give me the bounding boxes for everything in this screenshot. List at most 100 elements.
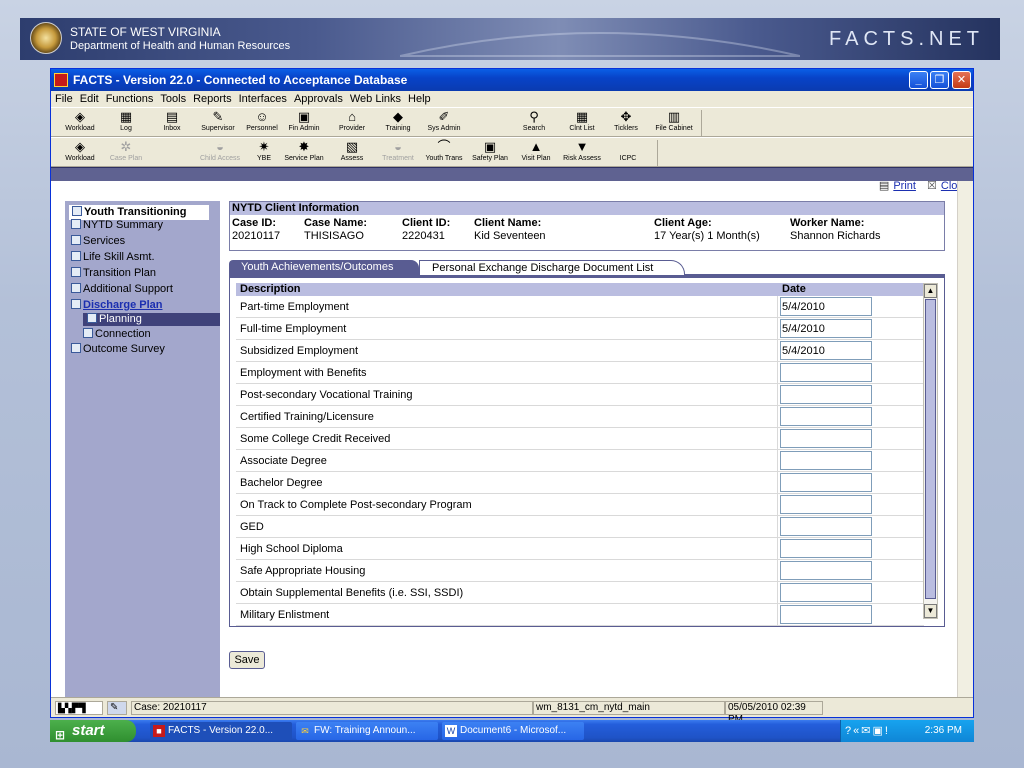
nav-nytd-summary[interactable]: NYTD Summary	[71, 219, 163, 232]
date-input[interactable]	[780, 561, 872, 580]
toolbar-safety-plan-button[interactable]: ▣ Safety Plan	[467, 139, 513, 162]
date-input[interactable]	[780, 583, 872, 602]
row-description: Part-time Employment	[240, 301, 349, 313]
page-scrollbar[interactable]	[957, 181, 973, 697]
toolbar-button-label: File Cabinet	[655, 125, 693, 132]
scroll-up-arrow-icon[interactable]: ▲	[924, 284, 937, 298]
tab-personal-exchange-documents[interactable]: Personal Exchange Discharge Document Lis…	[419, 260, 685, 275]
nav-services[interactable]: Services	[71, 235, 125, 248]
toolbar-button-label: Personnel	[246, 125, 278, 132]
date-input[interactable]	[780, 539, 872, 558]
nav-additional-support[interactable]: Additional Support	[71, 283, 173, 296]
toolbar-visit-plan-button[interactable]: ▲ Visit Plan	[513, 139, 559, 162]
provider-icon: ⌂	[348, 109, 356, 124]
menu-interfaces[interactable]: Interfaces	[239, 91, 287, 107]
nav-discharge-plan[interactable]: Discharge Plan	[71, 299, 162, 312]
mail-icon[interactable]: ✉	[861, 725, 872, 737]
toolbar-workload-button[interactable]: ◈ Workload	[57, 109, 103, 132]
task-email[interactable]: ✉ FW: Training Announ...	[296, 722, 438, 740]
row-description: Full-time Employment	[240, 323, 347, 335]
print-link[interactable]: Print	[893, 180, 916, 192]
start-label: start	[72, 722, 105, 739]
save-button[interactable]: Save	[229, 651, 265, 669]
start-button[interactable]: ⊞ start	[50, 720, 136, 742]
toolbar-service-plan-button[interactable]: ✸ Service Plan	[281, 139, 327, 162]
alert-icon[interactable]: !	[885, 725, 890, 737]
date-input[interactable]	[780, 363, 872, 382]
toolbar-button-label: Case Plan	[109, 155, 143, 162]
client-age-value: 17 Year(s) 1 Month(s)	[654, 230, 760, 242]
minimize-button[interactable]: _	[909, 71, 928, 89]
date-input[interactable]	[780, 341, 872, 360]
scroll-thumb[interactable]	[925, 299, 936, 599]
title-bar[interactable]: FACTS - Version 22.0 - Connected to Acce…	[51, 69, 973, 91]
toolbar-icpc-button[interactable]: ICPC	[605, 139, 651, 162]
nav-connection[interactable]: Connection	[83, 328, 151, 341]
date-input[interactable]	[780, 407, 872, 426]
date-input[interactable]	[780, 605, 872, 624]
toolbar-inbox-button[interactable]: ▤ Inbox	[149, 109, 195, 132]
grid-rows: Part-time Employment Full-time Employment…	[236, 296, 924, 626]
menu-help[interactable]: Help	[408, 91, 431, 107]
status-bar: ▙▚▛▜ ✎ Case: 20210117 wm_8131_cm_nytd_ma…	[51, 697, 973, 725]
scroll-down-arrow-icon[interactable]: ▼	[924, 604, 937, 618]
column-header-description[interactable]: Description	[240, 283, 301, 296]
tray-icons[interactable]: ?«✉▣!	[845, 724, 890, 737]
row-description: GED	[240, 521, 264, 533]
toolbar-log-button[interactable]: ▦ Log	[103, 109, 149, 132]
toolbar-assess-button[interactable]: ▧ Assess	[329, 139, 375, 162]
toolbar-case-plan-button: ✲ Case Plan	[103, 139, 149, 162]
toolbar-search-button[interactable]: ⚲ Search	[511, 109, 557, 132]
toolbar-ticklers-button[interactable]: ✥ Ticklers	[603, 109, 649, 132]
task-facts[interactable]: ■ FACTS - Version 22.0...	[150, 722, 292, 740]
case-name-label: Case Name:	[304, 217, 367, 229]
date-input[interactable]	[780, 297, 872, 316]
task-document[interactable]: W Document6 - Microsof...	[442, 722, 584, 740]
toolbar-fin-admin-button[interactable]: ▣ Fin Admin	[281, 109, 327, 132]
menu-reports[interactable]: Reports	[193, 91, 232, 107]
tab-youth-achievements[interactable]: Youth Achievements/Outcomes	[229, 260, 419, 275]
toolbar-personnel-button[interactable]: ☺ Personnel	[239, 109, 285, 132]
word-document-icon: W	[445, 725, 457, 737]
date-input[interactable]	[780, 495, 872, 514]
grid-scrollbar[interactable]: ▲ ▼	[923, 283, 938, 619]
nav-planning[interactable]: Planning	[83, 313, 220, 326]
column-header-date[interactable]: Date	[782, 283, 806, 296]
case-id-label: Case ID:	[232, 217, 277, 229]
toolbar-supervisor-button[interactable]: ✎ Supervisor	[195, 109, 241, 132]
toolbar-risk-assess-button[interactable]: ▼ Risk Assess	[559, 139, 605, 162]
date-input[interactable]	[780, 319, 872, 338]
toolbar-provider-button[interactable]: ⌂ Provider	[329, 109, 375, 132]
close-window-button[interactable]: ✕	[952, 71, 971, 89]
menu-functions[interactable]: Functions	[106, 91, 154, 107]
nav-life-skill-asmt[interactable]: Life Skill Asmt.	[71, 251, 155, 264]
menu-file[interactable]: File	[55, 91, 73, 107]
table-row: GED	[236, 516, 924, 538]
menu-approvals[interactable]: Approvals	[294, 91, 343, 107]
toolbar-youth-trans-button[interactable]: ⌒ Youth Trans	[421, 139, 467, 162]
toolbar-clnt-list-button[interactable]: ▦ Clnt List	[559, 109, 605, 132]
date-input[interactable]	[780, 385, 872, 404]
maximize-button[interactable]: ❐	[930, 71, 949, 89]
nav-youth-transitioning[interactable]: Youth Transitioning	[69, 205, 209, 220]
date-input[interactable]	[780, 429, 872, 448]
toolbar-file-cabinet-button[interactable]: ▥ File Cabinet	[651, 109, 697, 132]
grid-header: Description Date	[236, 283, 924, 296]
toolbar-workload-button[interactable]: ◈ Workload	[57, 139, 103, 162]
toolbar-sys-admin-button[interactable]: ✐ Sys Admin	[421, 109, 467, 132]
help-icon[interactable]: ?	[845, 725, 853, 737]
date-input[interactable]	[780, 517, 872, 536]
nav-outcome-survey[interactable]: Outcome Survey	[71, 343, 165, 356]
date-input[interactable]	[780, 473, 872, 492]
column-divider	[777, 406, 778, 428]
toolbar-training-button[interactable]: ◆ Training	[375, 109, 421, 132]
date-input[interactable]	[780, 451, 872, 470]
menu-edit[interactable]: Edit	[80, 91, 99, 107]
toolbar-button-label: Workload	[65, 155, 95, 162]
menu-tools[interactable]: Tools	[160, 91, 186, 107]
toolbar-child-access-button: ◒ Child Access	[197, 139, 243, 162]
network-icon[interactable]: ▣	[872, 725, 884, 737]
tree-node-icon	[87, 313, 97, 323]
nav-transition-plan[interactable]: Transition Plan	[71, 267, 156, 280]
menu-web-links[interactable]: Web Links	[350, 91, 401, 107]
